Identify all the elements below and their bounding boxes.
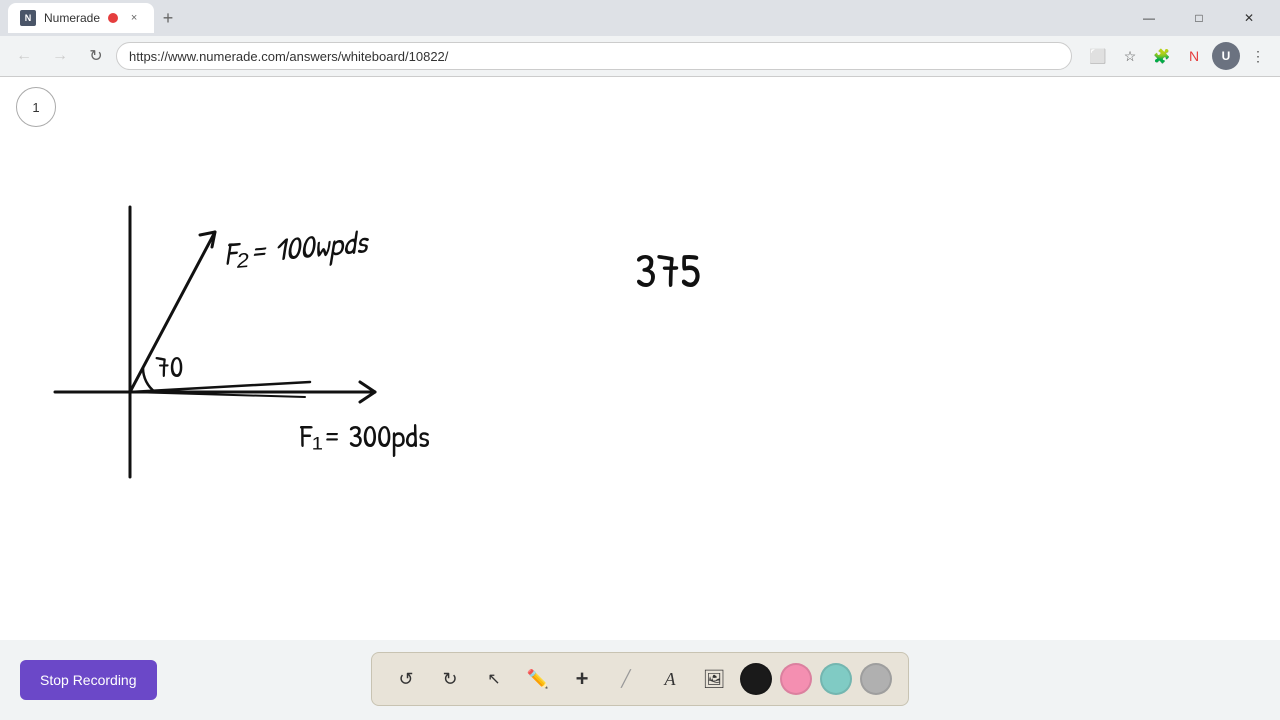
- nav-extras: ⬜ ☆ 🧩 N U ⋮: [1084, 42, 1272, 70]
- svg-text:70: 70: [155, 347, 183, 387]
- image-icon: 🖼: [703, 669, 726, 690]
- stop-recording-button[interactable]: Stop Recording: [20, 660, 157, 700]
- nav-bar: ← → ↻ https://www.numerade.com/answers/w…: [0, 36, 1280, 76]
- whiteboard-canvas[interactable]: F₂= 100wpds 70 F₁= 300pds 375: [0, 77, 1280, 641]
- color-gray-swatch[interactable]: [860, 663, 892, 695]
- url-text: https://www.numerade.com/answers/whitebo…: [129, 49, 1059, 64]
- pen-icon: ✏️: [527, 669, 549, 690]
- maximize-button[interactable]: □: [1176, 3, 1222, 33]
- color-teal-swatch[interactable]: [820, 663, 852, 695]
- extension-icon[interactable]: 🧩: [1148, 42, 1176, 70]
- window-controls: — □ ✕: [1126, 3, 1272, 33]
- browser-tab[interactable]: N Numerade ×: [8, 3, 154, 33]
- tab-title: Numerade: [44, 11, 100, 25]
- select-tool-button[interactable]: ↖: [476, 661, 512, 697]
- eraser-button[interactable]: ╱: [608, 661, 644, 697]
- cursor-icon: ↖: [487, 669, 500, 689]
- tab-favicon: N: [20, 10, 36, 26]
- svg-text:F₂= 100wpds: F₂= 100wpds: [222, 219, 371, 275]
- text-icon: A: [665, 669, 676, 690]
- page-indicator: 1: [16, 87, 56, 127]
- profile-avatar[interactable]: U: [1212, 42, 1240, 70]
- page-number: 1: [32, 100, 39, 115]
- add-button[interactable]: +: [564, 661, 600, 697]
- tab-close-button[interactable]: ×: [126, 10, 142, 26]
- title-bar: N Numerade × + — □ ✕: [0, 0, 1280, 36]
- bookmark-icon[interactable]: ☆: [1116, 42, 1144, 70]
- svg-text:F₁= 300pds: F₁= 300pds: [299, 414, 430, 457]
- plus-icon: +: [576, 666, 589, 692]
- redo-icon: ↻: [442, 669, 457, 690]
- drawing-toolbar: ↺ ↻ ↖ ✏️ + ╱ A 🖼: [371, 652, 909, 706]
- cast-icon[interactable]: ⬜: [1084, 42, 1112, 70]
- browser-chrome: N Numerade × + — □ ✕ ← → ↻ https://www.n…: [0, 0, 1280, 77]
- svg-text:375: 375: [635, 237, 701, 302]
- redo-button[interactable]: ↻: [432, 661, 468, 697]
- close-button[interactable]: ✕: [1226, 3, 1272, 33]
- pen-tool-button[interactable]: ✏️: [520, 661, 556, 697]
- forward-button[interactable]: →: [44, 40, 76, 72]
- minimize-button[interactable]: —: [1126, 3, 1172, 33]
- reload-button[interactable]: ↻: [80, 40, 112, 72]
- undo-button[interactable]: ↺: [388, 661, 424, 697]
- new-tab-button[interactable]: +: [154, 4, 182, 32]
- back-button[interactable]: ←: [8, 40, 40, 72]
- color-black-swatch[interactable]: [740, 663, 772, 695]
- tab-recording-dot: [108, 13, 118, 23]
- bottom-toolbar: Stop Recording ↺ ↻ ↖ ✏️ + ╱ A 🖼: [0, 640, 1280, 720]
- image-tool-button[interactable]: 🖼: [696, 661, 732, 697]
- undo-icon: ↺: [398, 669, 413, 690]
- color-pink-swatch[interactable]: [780, 663, 812, 695]
- text-tool-button[interactable]: A: [652, 661, 688, 697]
- address-bar[interactable]: https://www.numerade.com/answers/whitebo…: [116, 42, 1072, 70]
- menu-icon[interactable]: ⋮: [1244, 42, 1272, 70]
- numerade-extension-icon[interactable]: N: [1180, 42, 1208, 70]
- whiteboard-area: 1 F₂= 100wpds 70 F₁= 300pds 375: [0, 77, 1280, 641]
- eraser-icon: ╱: [621, 669, 631, 689]
